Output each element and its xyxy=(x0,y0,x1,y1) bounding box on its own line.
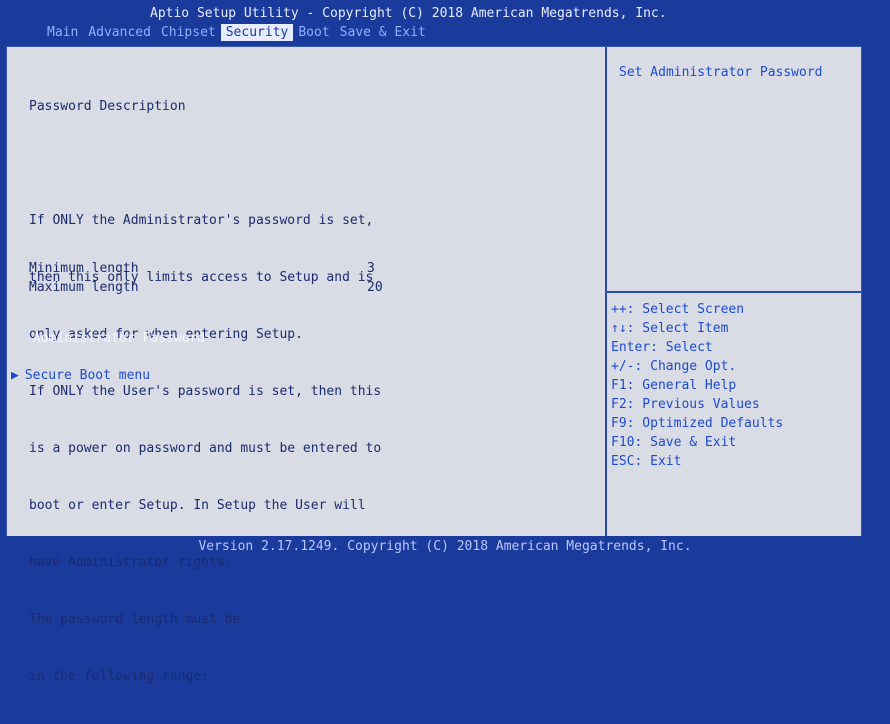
min-length-value: 3 xyxy=(367,261,375,276)
key-help-item: ++: Select Screen xyxy=(611,302,745,317)
description-line: If ONLY the Administrator's password is … xyxy=(29,213,374,228)
password-description: Password Description If ONLY the Adminis… xyxy=(29,59,381,724)
key-help-item: Enter: Select xyxy=(611,340,713,355)
footer-version: Version 2.17.1249. Copyright (C) 2018 Am… xyxy=(0,536,890,557)
secure-boot-label: Secure Boot menu xyxy=(24,368,151,383)
description-line: is a power on password and must be enter… xyxy=(29,441,382,456)
key-help-item: ↑↓: Select Item xyxy=(611,321,729,336)
key-help-item: ESC: Exit xyxy=(611,454,682,469)
key-help-list: ++: Select Screen ↑↓: Select Item Enter:… xyxy=(611,300,783,471)
key-help-item: +/-: Change Opt. xyxy=(611,359,737,374)
tab-bar: Main Advanced Chipset Security Boot Save… xyxy=(42,24,431,41)
header-bar: Aptio Setup Utility - Copyright (C) 2018… xyxy=(0,0,890,46)
horizontal-divider xyxy=(607,291,861,293)
description-line: If ONLY the User's password is set, then… xyxy=(29,384,382,399)
description-heading: Password Description xyxy=(29,99,186,114)
key-help-item: F9: Optimized Defaults xyxy=(611,416,784,431)
tab-main[interactable]: Main xyxy=(42,24,83,41)
tab-chipset[interactable]: Chipset xyxy=(156,24,221,41)
tab-advanced[interactable]: Advanced xyxy=(83,24,156,41)
key-help-item: F1: General Help xyxy=(611,378,737,393)
min-length-label: Minimum length xyxy=(29,261,139,276)
app-title: Aptio Setup Utility - Copyright (C) 2018… xyxy=(150,6,667,21)
secure-boot-menu-item[interactable]: ▶ Secure Boot menu xyxy=(11,368,150,383)
max-length-value: 20 xyxy=(367,280,383,295)
description-line: in the following range: xyxy=(29,669,210,684)
tab-save-exit[interactable]: Save & Exit xyxy=(335,24,431,41)
help-text: Set Administrator Password xyxy=(619,65,823,80)
key-help-item: F10: Save & Exit xyxy=(611,435,737,450)
tab-security[interactable]: Security xyxy=(220,24,294,41)
main-panel: Password Description If ONLY the Adminis… xyxy=(6,46,862,684)
max-length-row: Maximum length xyxy=(29,280,139,295)
description-line: The password length must be xyxy=(29,612,241,627)
max-length-label: Maximum length xyxy=(29,280,139,295)
description-line: boot or enter Setup. In Setup the User w… xyxy=(29,498,366,513)
key-help-item: F2: Previous Values xyxy=(611,397,760,412)
tab-boot[interactable]: Boot xyxy=(293,24,334,41)
submenu-arrow-icon: ▶ xyxy=(11,368,19,383)
min-length-row: Minimum length xyxy=(29,261,139,276)
administrator-password-item[interactable]: Administrator Password xyxy=(33,331,205,346)
